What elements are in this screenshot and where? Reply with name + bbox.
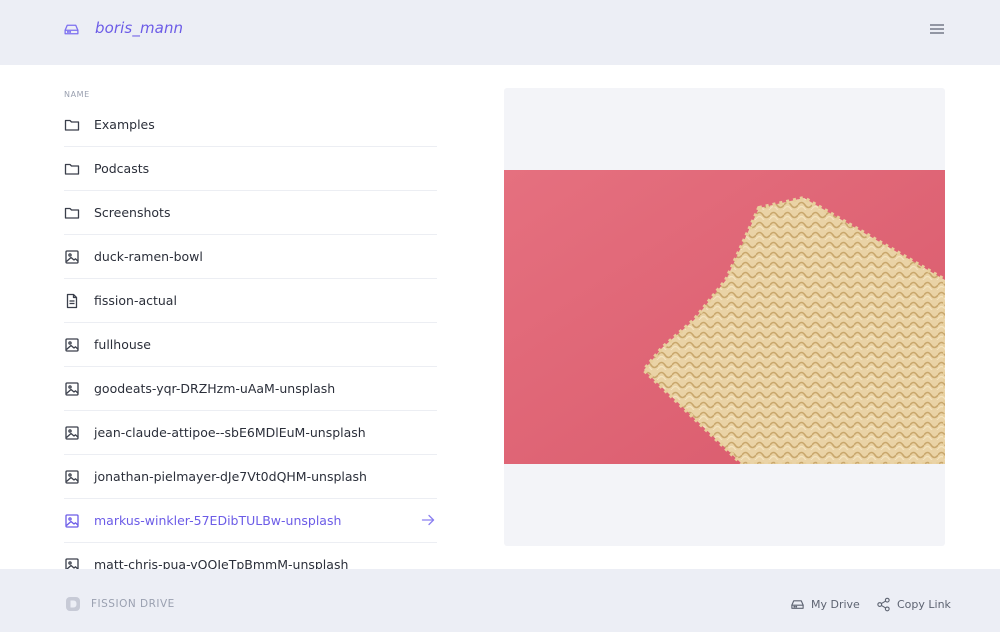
my-drive-label: My Drive	[811, 598, 860, 611]
brand-name[interactable]: FISSION DRIVE	[91, 598, 175, 610]
top-bar: boris_mann	[0, 0, 1000, 65]
preview-panel	[504, 88, 945, 546]
image-icon	[65, 425, 79, 440]
drive-icon	[791, 600, 804, 609]
share-icon	[877, 597, 890, 612]
drive-icon[interactable]	[63, 21, 80, 38]
image-icon	[65, 513, 79, 528]
list-item[interactable]: duck-ramen-bowl	[64, 235, 437, 279]
copy-link-button[interactable]: Copy Link	[876, 597, 951, 612]
file-name: goodeats-yqr-DRZHzm-uAaM-unsplash	[94, 381, 336, 396]
file-name: fullhouse	[94, 337, 151, 352]
file-name: markus-winkler-57EDibTULBw-unsplash	[94, 513, 342, 528]
my-drive-link[interactable]: My Drive	[790, 597, 860, 612]
hamburger-menu-icon[interactable]	[929, 22, 945, 36]
image-icon	[65, 249, 79, 264]
copy-link-label: Copy Link	[897, 598, 951, 611]
name-column-header[interactable]: NAME	[64, 90, 90, 99]
document-icon	[66, 293, 78, 308]
list-item-selected[interactable]: markus-winkler-57EDibTULBw-unsplash	[64, 499, 437, 543]
file-name: Podcasts	[94, 161, 150, 176]
arrow-right-icon[interactable]	[421, 513, 435, 527]
username-link[interactable]: boris_mann	[95, 19, 183, 37]
folder-icon	[64, 207, 80, 219]
list-item[interactable]: goodeats-yqr-DRZHzm-uAaM-unsplash	[64, 367, 437, 411]
file-name: jean-claude-attipoe--sbE6MDlEuM-unsplash	[94, 425, 366, 440]
file-name: Examples	[94, 117, 155, 132]
file-name: jonathan-pielmayer-dJe7Vt0dQHM-unsplash	[94, 469, 367, 484]
file-name: duck-ramen-bowl	[94, 249, 203, 264]
file-name: Screenshots	[94, 205, 171, 220]
list-item[interactable]: fission-actual	[64, 279, 437, 323]
file-name: fission-actual	[94, 293, 177, 308]
list-item[interactable]: jean-claude-attipoe--sbE6MDlEuM-unsplash	[64, 411, 437, 455]
image-icon	[65, 381, 79, 396]
folder-icon	[64, 163, 80, 175]
list-item[interactable]: Podcasts	[64, 147, 437, 191]
list-item[interactable]: jonathan-pielmayer-dJe7Vt0dQHM-unsplash	[64, 455, 437, 499]
folder-icon	[64, 119, 80, 131]
list-item[interactable]: Examples	[64, 103, 437, 147]
list-item[interactable]: fullhouse	[64, 323, 437, 367]
ramen-noodle-image	[504, 170, 945, 464]
fission-logo-icon[interactable]	[65, 596, 81, 612]
footer-bar: FISSION DRIVE My Drive Copy Link	[0, 569, 1000, 632]
list-item[interactable]: Screenshots	[64, 191, 437, 235]
image-icon	[65, 337, 79, 352]
file-list: Examples Podcasts Screenshots duck-ramen…	[64, 103, 437, 586]
image-icon	[65, 469, 79, 484]
